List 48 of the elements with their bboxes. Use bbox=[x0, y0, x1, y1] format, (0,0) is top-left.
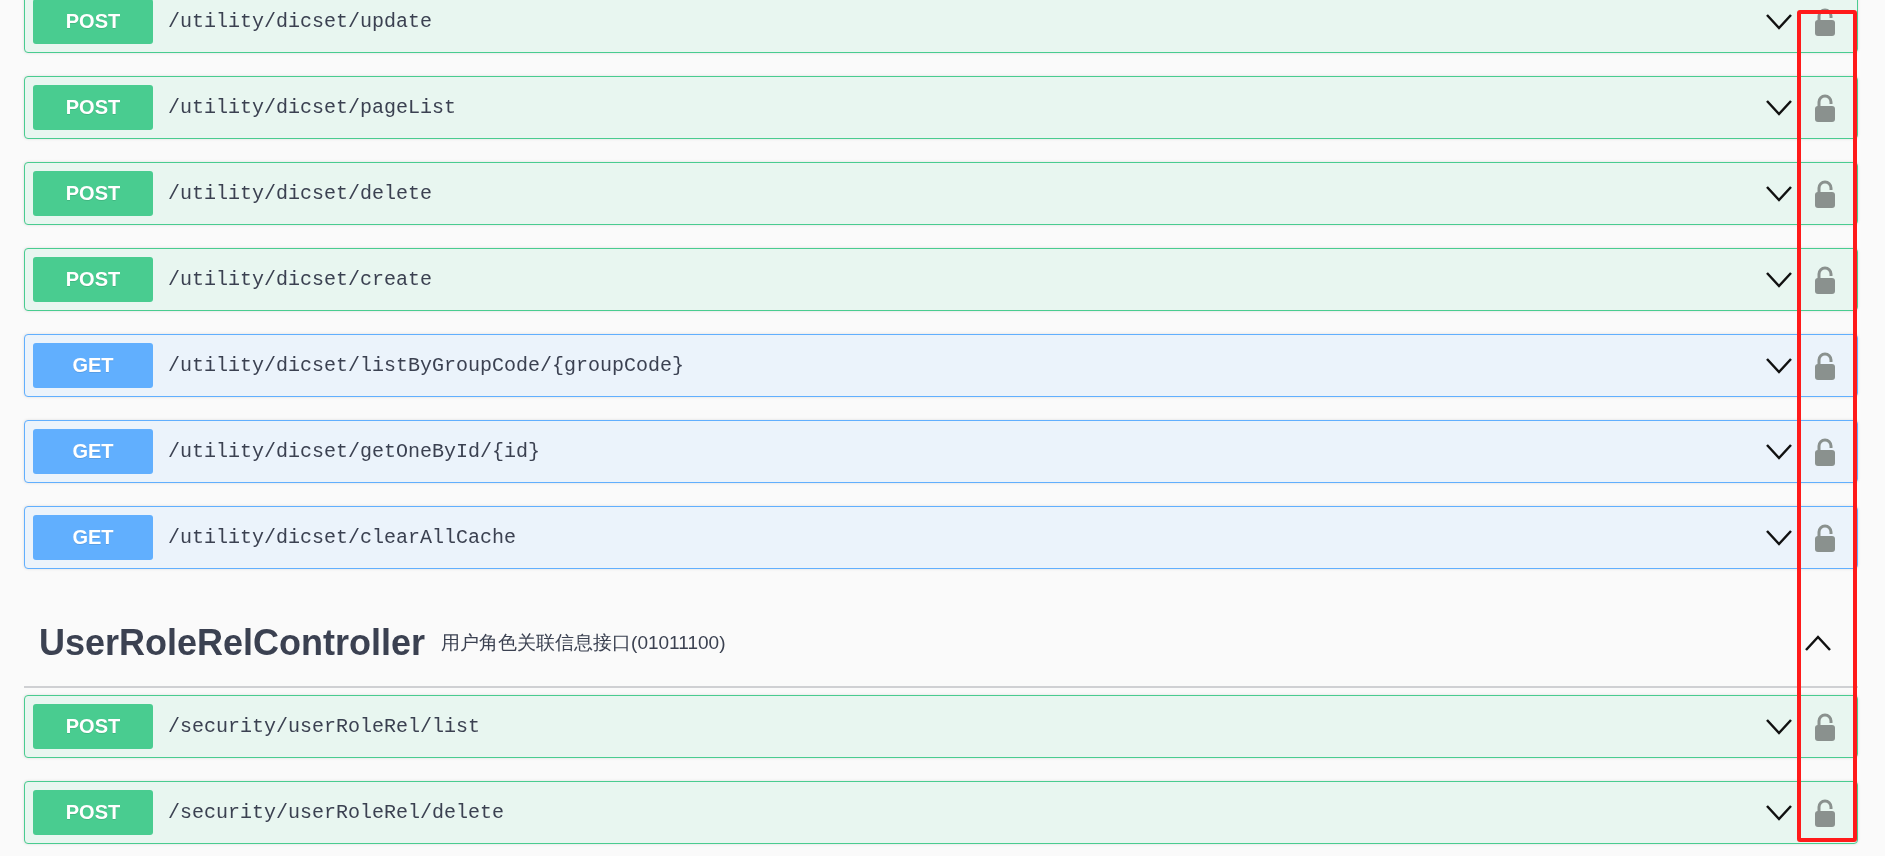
chevron-down-icon bbox=[1766, 13, 1792, 30]
unlocked-padlock-icon bbox=[1814, 265, 1836, 294]
section-title: UserRoleRelController bbox=[39, 622, 426, 664]
method-badge: POST bbox=[33, 257, 153, 302]
endpoint-path: /utility/dicset/delete bbox=[168, 182, 434, 205]
section-description: 用户角色关联信息接口(01011100) bbox=[441, 631, 727, 655]
chevron-down-icon bbox=[1766, 804, 1792, 821]
unlocked-padlock-icon bbox=[1814, 523, 1836, 552]
operation-row[interactable]: GET /utility/dicset/listByGroupCode/{groupCode} bbox=[24, 334, 1858, 397]
unlocked-padlock-icon bbox=[1814, 437, 1836, 466]
operation-row[interactable]: POST /utility/dicset/update bbox=[24, 0, 1858, 53]
endpoint-path: /utility/dicset/clearAllCache bbox=[168, 526, 518, 549]
method-badge: GET bbox=[33, 515, 153, 560]
operation-row[interactable]: POST /security/userRoleRel/list bbox=[24, 695, 1858, 758]
method-badge: POST bbox=[33, 704, 153, 749]
chevron-down-icon bbox=[1766, 99, 1792, 116]
chevron-down-icon bbox=[1766, 718, 1792, 735]
operation-row[interactable]: POST /utility/dicset/create bbox=[24, 248, 1858, 311]
operation-row[interactable]: POST /utility/dicset/delete bbox=[24, 162, 1858, 225]
method-badge: POST bbox=[33, 0, 153, 44]
unlocked-padlock-icon bbox=[1814, 93, 1836, 122]
chevron-down-icon bbox=[1766, 271, 1792, 288]
unlocked-padlock-icon bbox=[1814, 798, 1836, 827]
method-badge: POST bbox=[33, 85, 153, 130]
unlocked-padlock-icon bbox=[1814, 179, 1836, 208]
endpoint-path: /security/userRoleRel/delete bbox=[168, 801, 506, 824]
endpoint-path: /utility/dicset/update bbox=[168, 10, 434, 33]
operation-row[interactable]: POST /utility/dicset/pageList bbox=[24, 76, 1858, 139]
endpoint-path: /utility/dicset/getOneById/{id} bbox=[168, 440, 542, 463]
chevron-down-icon bbox=[1766, 529, 1792, 546]
endpoint-path: /utility/dicset/create bbox=[168, 268, 434, 291]
chevron-down-icon bbox=[1766, 185, 1792, 202]
endpoint-path: /security/userRoleRel/list bbox=[168, 715, 482, 738]
unlocked-padlock-icon bbox=[1814, 7, 1836, 36]
chevron-up-icon bbox=[1805, 635, 1831, 651]
method-badge: POST bbox=[33, 171, 153, 216]
chevron-down-icon bbox=[1766, 443, 1792, 460]
unlocked-padlock-icon bbox=[1814, 351, 1836, 380]
chevron-down-icon bbox=[1766, 357, 1792, 374]
unlocked-padlock-icon bbox=[1814, 712, 1836, 741]
endpoint-path: /utility/dicset/pageList bbox=[168, 96, 458, 119]
operation-row[interactable]: GET /utility/dicset/getOneById/{id} bbox=[24, 420, 1858, 483]
operation-row[interactable]: POST /security/userRoleRel/delete bbox=[24, 781, 1858, 844]
operation-row[interactable]: GET /utility/dicset/clearAllCache bbox=[24, 506, 1858, 569]
method-badge: POST bbox=[33, 790, 153, 835]
endpoint-path: /utility/dicset/listByGroupCode/{groupCode} bbox=[168, 354, 686, 377]
method-badge: GET bbox=[33, 343, 153, 388]
method-badge: GET bbox=[33, 429, 153, 474]
